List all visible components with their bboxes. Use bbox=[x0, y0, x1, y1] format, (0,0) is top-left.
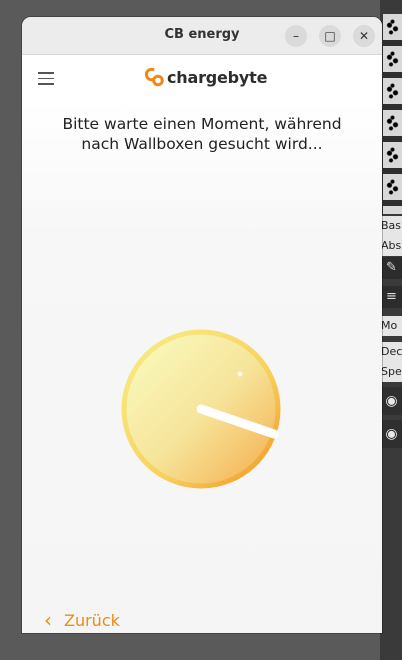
title-bar: CB energy – □ ✕ bbox=[22, 17, 382, 55]
close-button[interactable]: ✕ bbox=[353, 25, 375, 47]
eye-icon: ◉ bbox=[381, 420, 402, 448]
menu-icon[interactable] bbox=[38, 72, 54, 85]
bg-label: Abs bbox=[381, 236, 402, 256]
back-label: Zurück bbox=[64, 610, 120, 630]
app-header: chargebyte bbox=[22, 55, 382, 101]
minimize-button[interactable]: – bbox=[285, 25, 307, 47]
status-message-line-2: nach Wallboxen gesucht wird... bbox=[81, 135, 323, 153]
brand-logo: chargebyte bbox=[144, 65, 267, 89]
brush-thumbnails bbox=[383, 14, 402, 214]
main-content: Bitte warte einen Moment, während nach W… bbox=[22, 101, 382, 633]
layers-icon: ≡ bbox=[381, 286, 402, 308]
status-message-line-1: Bitte warte einen Moment, während bbox=[62, 115, 342, 133]
bg-label: Dec bbox=[381, 342, 402, 362]
back-button[interactable]: ‹ Zurück bbox=[44, 608, 120, 632]
bg-label: Bas bbox=[381, 216, 402, 236]
status-message: Bitte warte einen Moment, während nach W… bbox=[42, 114, 362, 154]
bg-label: Sper bbox=[381, 362, 402, 382]
chargebyte-logo-icon bbox=[144, 67, 164, 87]
brand-name: chargebyte bbox=[167, 67, 268, 87]
loading-spinner bbox=[121, 329, 281, 489]
bg-label: Mo bbox=[381, 316, 402, 336]
maximize-button[interactable]: □ bbox=[319, 25, 341, 47]
eye-icon: ◉ bbox=[381, 387, 402, 415]
background-app-panel: Bas Abs ✎ ≡ Mo Dec Sper ◉ ◉ bbox=[380, 0, 402, 660]
edit-icon: ✎ bbox=[381, 257, 402, 279]
app-window: CB energy – □ ✕ chargebyte Bitte warte e… bbox=[22, 17, 382, 633]
chevron-left-icon: ‹ bbox=[44, 608, 52, 632]
